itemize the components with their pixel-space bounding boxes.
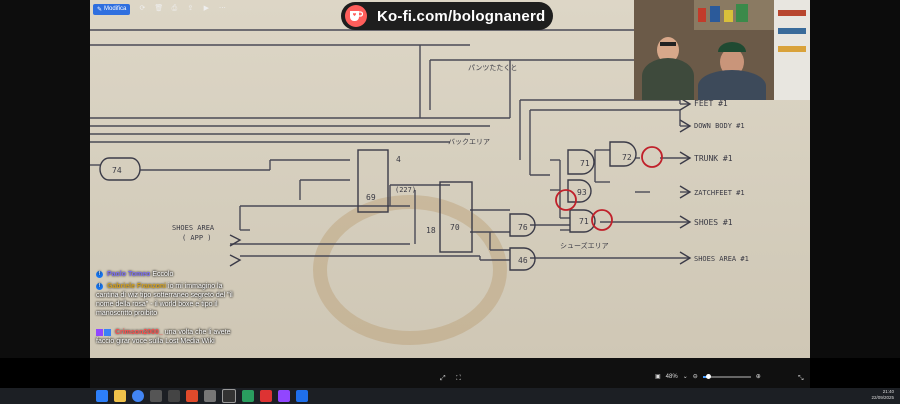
label-down-body1: DOWN BODY #1	[694, 122, 745, 130]
app-icon[interactable]	[168, 390, 180, 402]
chat-text: Eccolo	[152, 271, 174, 278]
fit-screen-icon[interactable]: ⤢	[440, 375, 446, 383]
zoom-out-icon[interactable]: ⊖	[693, 373, 698, 380]
twitch-icon	[96, 328, 103, 336]
zoom-percent[interactable]: 48%	[666, 374, 678, 380]
right-background	[810, 0, 900, 358]
share-icon[interactable]: ⇪	[186, 5, 194, 13]
gate-label-76: 76	[518, 223, 528, 232]
print-icon[interactable]: ⎙	[170, 5, 178, 13]
app-icon[interactable]	[150, 390, 162, 402]
expand-icon[interactable]: ⤡	[798, 375, 804, 383]
kofi-url-text: Ko-fi.com/bolognanerd	[377, 7, 546, 25]
photos-icon[interactable]	[296, 390, 308, 402]
app-icon[interactable]	[186, 390, 198, 402]
gate-label-46: 46	[518, 256, 528, 265]
box-label-69: 69	[366, 193, 376, 202]
slideshow-icon[interactable]: ▶	[202, 5, 210, 13]
pin-label-18: 18	[426, 226, 436, 235]
clock-date: 22/09/2025	[871, 395, 894, 400]
box-label-70: 70	[450, 223, 460, 232]
image-icon[interactable]: ▣	[655, 373, 661, 380]
note-227: (227)	[395, 186, 416, 194]
gate-label-71: 71	[580, 159, 590, 168]
label-shoes1: SHOES #1	[694, 218, 733, 227]
system-clock: 21:40 22/09/2025	[871, 389, 894, 401]
kofi-banner: Ko-fi.com/bolognanerd	[341, 2, 553, 30]
webcam-feed	[634, 0, 810, 100]
gate-label-93: 93	[577, 188, 587, 197]
more-options-icon[interactable]: ⋯	[218, 5, 226, 13]
zoom-slider-knob[interactable]	[705, 373, 711, 379]
edit-button[interactable]: ✎ Modifica	[93, 3, 131, 15]
label-shoes-area-app: SHOES AREA	[172, 224, 215, 232]
red-annotation-circle-2	[555, 189, 577, 211]
label-pantsu: パンツたたくと	[468, 64, 517, 72]
label-zatchfeet1: ZATCHFEET #1	[694, 189, 745, 197]
label-trunk1: TRUNK #1	[694, 154, 733, 163]
start-icon[interactable]	[96, 390, 108, 402]
chat-overlay: f Paolo Tomeo Eccolo f Gabriele Franzoni…	[96, 270, 246, 349]
chat-message: f Paolo Tomeo Eccolo	[96, 270, 246, 279]
kofi-cup-icon	[345, 5, 367, 27]
label-app: ( APP )	[182, 234, 212, 242]
zoom-controls: ▣ 48% ⌄ ⊖ ⊕	[655, 373, 761, 380]
chat-username: Gabriele Franzoni	[106, 283, 167, 290]
label-shoes-area1: SHOES AREA #1	[694, 255, 749, 263]
chat-message: Crimson2000_ una volta che li avete facc…	[96, 328, 246, 346]
chevron-down-icon[interactable]: ⌄	[683, 373, 688, 380]
chat-message: f Gabriele Franzoni io mi immagino la ca…	[96, 282, 246, 318]
gate-label-71b: 71	[579, 217, 589, 226]
left-background	[0, 0, 90, 358]
facebook-icon: f	[96, 270, 103, 278]
chat-username: Paolo Tomeo	[106, 271, 151, 278]
chrome-icon[interactable]	[132, 390, 144, 402]
label-back-area: バックエリア	[448, 138, 490, 146]
pencil-icon: ✎	[97, 6, 103, 13]
pin-label-4: 4	[396, 155, 401, 164]
file-explorer-icon[interactable]	[114, 390, 126, 402]
chat-username: Crimson2000_	[114, 329, 163, 336]
facebook-icon: f	[96, 282, 103, 290]
obs-icon[interactable]	[222, 389, 236, 403]
label-shoes-area-jp: シューズエリア	[560, 241, 609, 250]
gate-label-74: 74	[112, 166, 122, 175]
coffee-stain	[313, 195, 507, 345]
app-icon[interactable]	[260, 390, 272, 402]
zoom-in-icon[interactable]: ⊕	[756, 373, 761, 380]
zoom-slider[interactable]	[702, 373, 751, 379]
windows-taskbar	[0, 388, 900, 404]
app-icon[interactable]	[204, 390, 216, 402]
trash-icon[interactable]: 🗑	[154, 5, 163, 13]
viewer-toolbar: ✎ Modifica ⟳ 🗑 ⎙ ⇪ ▶ ⋯	[93, 2, 226, 16]
label-feet1: FEET #1	[694, 99, 728, 108]
rotate-icon[interactable]: ⟳	[138, 5, 146, 13]
red-annotation-circle-1	[641, 146, 663, 168]
youtube-icon	[104, 328, 111, 336]
app-icon[interactable]	[242, 390, 254, 402]
fullscreen-icon[interactable]: ⛶	[456, 375, 461, 383]
app-icon[interactable]	[278, 390, 290, 402]
gate-label-72: 72	[622, 153, 632, 162]
